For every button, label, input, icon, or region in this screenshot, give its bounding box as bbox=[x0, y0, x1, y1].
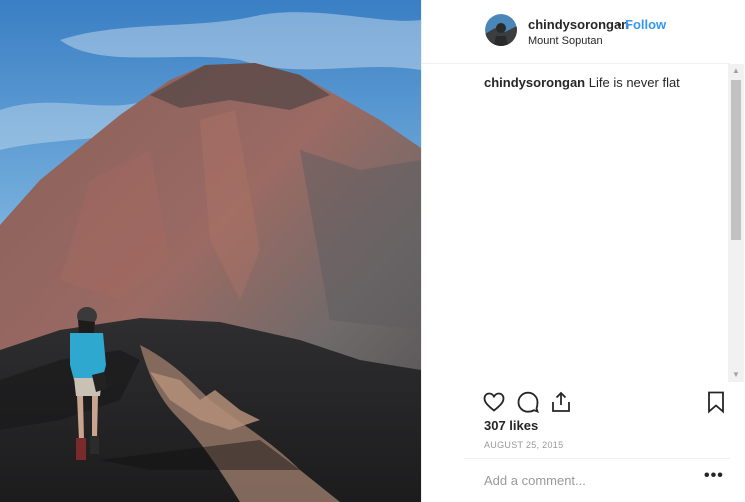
scroll-up-arrow[interactable]: ▲ bbox=[728, 64, 744, 78]
scroll-down-arrow[interactable]: ▼ bbox=[728, 368, 744, 382]
comment-icon[interactable] bbox=[516, 390, 540, 414]
comments-scrollbar[interactable]: ▲ ▼ bbox=[728, 64, 744, 382]
bookmark-icon[interactable] bbox=[704, 390, 728, 414]
location-link[interactable]: Mount Soputan bbox=[528, 35, 603, 47]
heart-icon[interactable] bbox=[482, 390, 506, 414]
post-detail-panel: chindysorongan • Follow Mount Soputan ch… bbox=[421, 0, 745, 502]
action-bar bbox=[422, 382, 730, 422]
scroll-thumb[interactable] bbox=[731, 80, 741, 240]
comment-bar: ••• bbox=[464, 458, 730, 502]
post-header: chindysorongan • Follow Mount Soputan bbox=[422, 0, 730, 64]
caption-username[interactable]: chindysorongan bbox=[484, 75, 585, 90]
likes-count[interactable]: 307 likes bbox=[484, 418, 538, 433]
post-caption: chindysorongan Life is never flat bbox=[484, 75, 680, 90]
share-icon[interactable] bbox=[549, 390, 573, 414]
username-link[interactable]: chindysorongan bbox=[528, 17, 629, 32]
follow-button[interactable]: Follow bbox=[625, 17, 666, 32]
caption-text: Life is never flat bbox=[588, 75, 680, 90]
post-date: AUGUST 25, 2015 bbox=[484, 440, 564, 450]
more-options-icon[interactable]: ••• bbox=[704, 467, 724, 485]
avatar[interactable] bbox=[485, 14, 517, 46]
mountain-photo bbox=[0, 0, 421, 502]
avatar-image bbox=[485, 14, 517, 46]
post-photo[interactable] bbox=[0, 0, 421, 502]
separator-dot: • bbox=[617, 17, 622, 32]
comment-input[interactable] bbox=[484, 469, 674, 491]
